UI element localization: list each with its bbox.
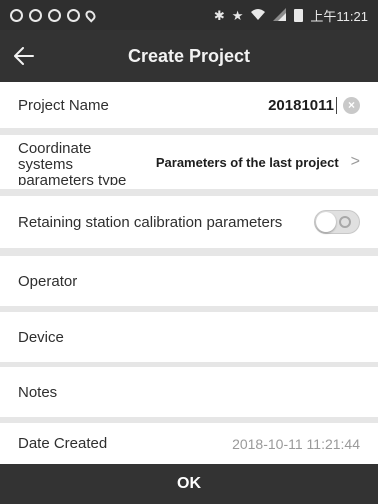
app-notification-icon [10, 8, 23, 22]
text-cursor [336, 96, 337, 114]
page-title: Create Project [127, 45, 251, 66]
project-name-row[interactable]: Project Name 20181011 × [0, 82, 378, 128]
signal-icon [273, 7, 287, 23]
battery-icon [294, 8, 304, 22]
notification-icons [10, 7, 98, 23]
status-time: 上午11:21 [310, 8, 368, 24]
device-row[interactable]: Device [0, 312, 378, 362]
coordinate-systems-value: Parameters of the last project [155, 154, 339, 170]
chevron-right-icon: > [350, 153, 360, 170]
bluetooth-icon: ✱ [213, 7, 225, 23]
retain-calibration-toggle-wrap [314, 210, 360, 234]
operator-row[interactable]: Operator [0, 256, 378, 306]
app-notification-icon [48, 8, 61, 22]
retain-calibration-label: Retaining station calibration parameters [18, 213, 283, 231]
device-label: Device [18, 328, 64, 346]
toggle-knob [316, 212, 336, 232]
back-button[interactable] [0, 30, 48, 82]
clear-icon[interactable]: × [343, 96, 360, 114]
notes-row[interactable]: Notes [0, 367, 378, 417]
retain-calibration-toggle[interactable] [314, 210, 360, 234]
title-bar: Create Project [0, 30, 378, 82]
date-created-row: Date Created 2018-10-11 11:21:44 [0, 423, 378, 464]
project-name-input[interactable]: 20181011 [268, 97, 334, 114]
coordinate-systems-value-wrap: Parameters of the last project > [156, 153, 360, 171]
status-bar: ✱ ★ 上午11:21 [0, 0, 378, 30]
toggle-off-indicator-icon [339, 216, 351, 228]
arrow-left-icon [14, 47, 34, 65]
app-notification-icon [67, 8, 80, 22]
project-name-label: Project Name [18, 96, 109, 114]
app-notification-icon [29, 8, 42, 22]
wifi-icon [250, 8, 266, 23]
operator-label: Operator [18, 272, 78, 290]
system-icons: ✱ ★ 上午11:21 [214, 6, 368, 25]
retain-calibration-row: Retaining station calibration parameters [0, 196, 378, 248]
date-created-value: 2018-10-11 11:21:44 [232, 435, 360, 452]
ok-button[interactable]: OK [0, 464, 378, 504]
date-created-label: Date Created [18, 435, 108, 452]
star-icon: ★ [231, 7, 244, 23]
coordinate-systems-label: Coordinate systems parameters type [18, 140, 127, 186]
notes-label: Notes [18, 383, 58, 401]
coordinate-systems-row[interactable]: Coordinate systems parameters type Param… [0, 135, 378, 189]
project-name-field[interactable]: 20181011 × [268, 96, 360, 114]
location-icon [83, 7, 98, 23]
